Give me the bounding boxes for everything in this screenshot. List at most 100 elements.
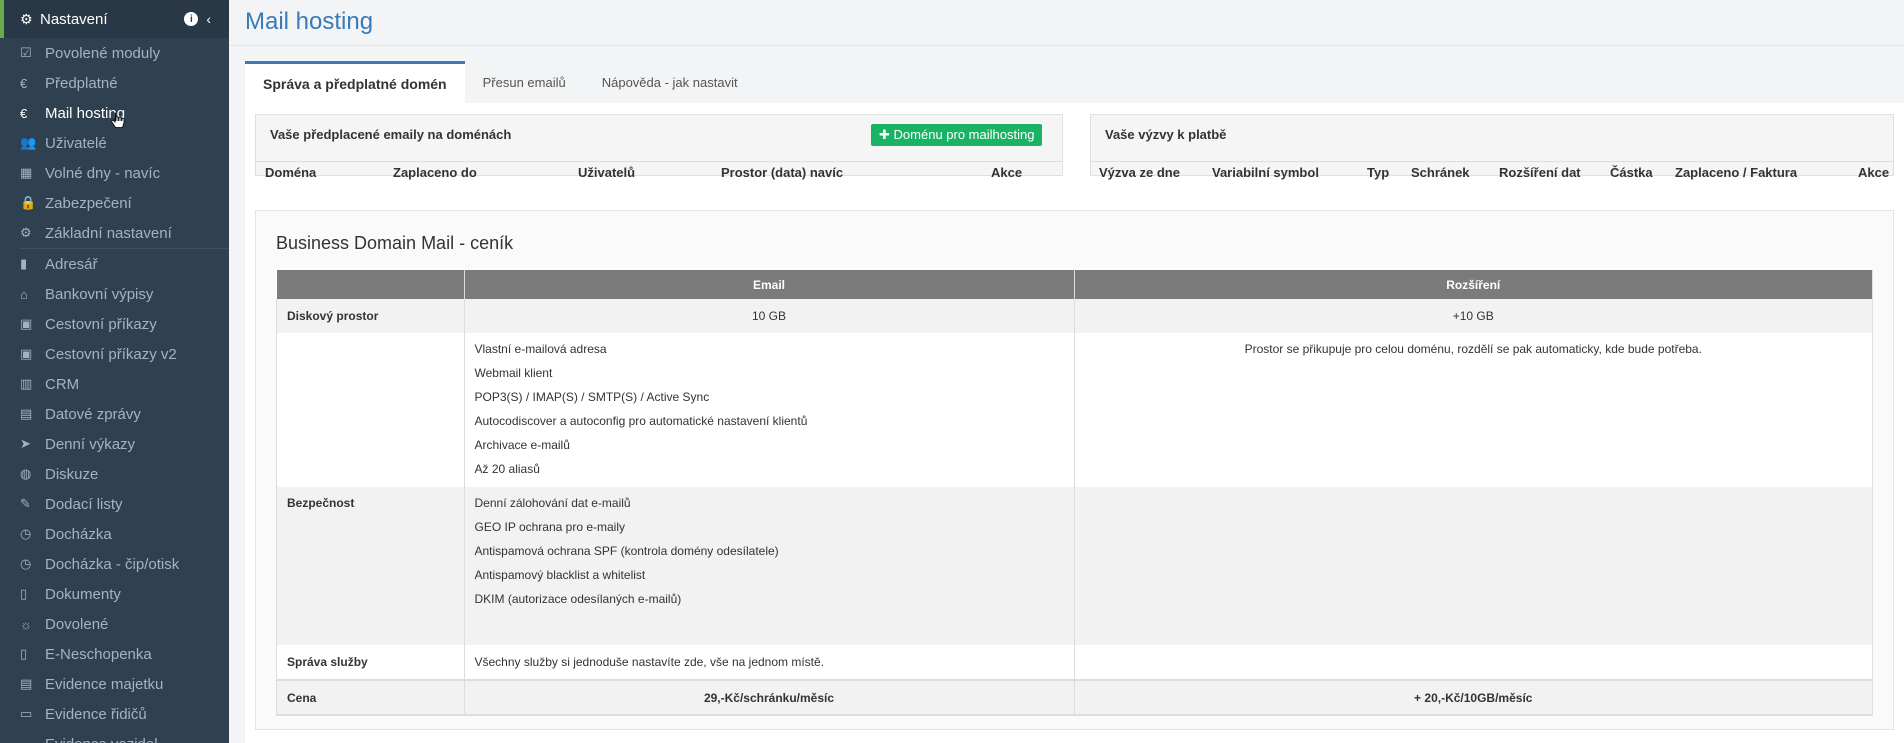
sidebar-item-label: Denní výkazy <box>45 435 136 453</box>
table-cell: +10 GB <box>1073 299 1873 333</box>
sidebar-item-label: Dovolené <box>45 615 109 633</box>
column-header[interactable]: Akce <box>1858 165 1889 180</box>
add-domain-button-label: Doménu pro mailhosting <box>893 127 1035 142</box>
price-extension: + 20,-Kč/10GB/měsíc <box>1073 679 1873 716</box>
list-item: Autocodiscover a autoconfig pro automati… <box>474 414 808 428</box>
column-header[interactable]: Variabilní symbol <box>1212 165 1319 180</box>
sidebar-item-0[interactable]: ☑ Povolené moduly <box>0 38 229 68</box>
add-domain-button[interactable]: ✚ Doménu pro mailhosting <box>871 124 1043 146</box>
bank-icon: ⌂ <box>20 286 28 302</box>
divider <box>229 45 1904 46</box>
sidebar-item-1[interactable]: € Předplatné <box>0 68 229 98</box>
sidebar-item-label: Uživatelé <box>45 134 107 152</box>
sidebar-item-label: E-Neschopenka <box>45 645 152 663</box>
clipboard-icon: ▤ <box>20 676 33 691</box>
column-header[interactable]: Uživatelů <box>578 165 635 180</box>
main-content: Mail hosting Správa a předplatné domén P… <box>229 0 1904 743</box>
comments-icon: ◍ <box>20 466 32 481</box>
bus-icon: ▣ <box>20 346 33 361</box>
tab-bar: Správa a předplatné domén Přesun emailů … <box>245 61 756 103</box>
payments-panel-title: Vaše výzvy k platbě <box>1105 127 1227 142</box>
column-header[interactable]: Zaplaceno do <box>393 165 477 180</box>
file-icon: ▯ <box>20 586 28 601</box>
sidebar-item-20[interactable]: ▯ E-Neschopenka <box>0 639 229 669</box>
column-header[interactable]: Výzva ze dne <box>1099 165 1180 180</box>
column-header <box>276 270 465 299</box>
divider <box>256 161 1062 162</box>
table-cell <box>1073 645 1873 680</box>
sidebar-item-7[interactable]: ▮ Adresář <box>0 249 229 279</box>
table-row: Diskový prostor 10 GB +10 GB <box>276 299 1873 333</box>
column-header[interactable]: Schránek <box>1411 165 1470 180</box>
sidebar-item-label: Evidence majetku <box>45 675 164 693</box>
chevron-left-icon[interactable]: ‹ <box>206 11 211 27</box>
table-cell: Prostor se přikupuje pro celou doménu, r… <box>1073 333 1873 487</box>
list-item: DKIM (autorizace odesílaných e-mailů) <box>474 592 682 606</box>
edit-icon: ✎ <box>20 496 31 511</box>
sidebar-item-3[interactable]: 👥 Uživatelé <box>0 128 229 158</box>
clock-icon: ◷ <box>20 526 32 541</box>
sidebar-item-19[interactable]: ☼ Dovolené <box>0 609 229 639</box>
pricing-table: Email Rozšíření Diskový prostor 10 GB +1… <box>276 270 1873 716</box>
list-item: Antispamový blacklist a whitelist <box>474 568 646 582</box>
sidebar-item-11[interactable]: ▥ CRM <box>0 369 229 399</box>
lock-icon: 🔒 <box>20 195 37 210</box>
column-header[interactable]: Částka <box>1610 165 1653 180</box>
sidebar-header[interactable]: ⚙ Nastavení i ‹ <box>0 0 229 38</box>
sidebar-item-18[interactable]: ▯ Dokumenty <box>0 579 229 609</box>
sidebar-item-13[interactable]: ➤ Denní výkazy <box>0 429 229 459</box>
column-header[interactable]: Prostor (data) navíc <box>721 165 843 180</box>
building-icon: ▥ <box>20 376 33 391</box>
calendar-icon: ▦ <box>20 165 33 180</box>
check-square-icon: ☑ <box>20 45 32 60</box>
plus-icon: ✚ <box>879 127 890 142</box>
sidebar-item-label: Dokumenty <box>45 585 121 603</box>
table-cell: Všechny služby si jednoduše nastavíte zd… <box>463 645 1075 680</box>
sidebar-item-label: Volné dny - navíc <box>45 164 161 182</box>
book-icon: ▮ <box>20 256 28 271</box>
sidebar-item-5[interactable]: 🔒 Zabezpečení <box>0 188 229 218</box>
page-title: Mail hosting <box>245 8 374 35</box>
sidebar-item-label: Základní nastavení <box>45 224 172 242</box>
sidebar-item-15[interactable]: ✎ Dodací listy <box>0 489 229 519</box>
column-header[interactable]: Zaplaceno / Faktura <box>1675 165 1797 180</box>
column-header[interactable]: Akce <box>991 165 1022 180</box>
sidebar-item-21[interactable]: ▤ Evidence majetku <box>0 669 229 699</box>
table-row: Cena 29,-Kč/schránku/měsíc + 20,-Kč/10GB… <box>276 679 1873 716</box>
euro-icon: € <box>20 75 28 91</box>
list-item: Antispamová ochrana SPF (kontrola domény… <box>474 544 779 558</box>
table-row: Správa služby Všechny služby si jednoduš… <box>276 645 1873 680</box>
pricing-title: Business Domain Mail - ceník <box>276 233 514 253</box>
tab-email-transfer[interactable]: Přesun emailů <box>465 61 584 103</box>
sidebar-item-23[interactable]: ▬Evidence vozidel <box>0 729 229 743</box>
sidebar-item-label: Datové zprávy <box>45 405 141 423</box>
sidebar-item-8[interactable]: ⌂ Bankovní výpisy <box>0 279 229 309</box>
table-cell: Vlastní e-mailová adresa Webmail klient … <box>463 333 1075 487</box>
sidebar-item-17[interactable]: ◷ Docházka - čip/otisk <box>0 549 229 579</box>
id-card-icon: ▭ <box>20 706 33 721</box>
sidebar-item-10[interactable]: ▣ Cestovní příkazy v2 <box>0 339 229 369</box>
paper-plane-icon: ➤ <box>20 436 31 451</box>
tab-domains[interactable]: Správa a předplatné domén <box>245 61 465 103</box>
list-item: Denní zálohování dat e-mailů <box>474 496 631 510</box>
list-item: Vlastní e-mailová adresa <box>474 342 607 356</box>
sidebar-item-label: Adresář <box>45 255 98 273</box>
sidebar-item-12[interactable]: ▤ Datové zprávy <box>0 399 229 429</box>
info-icon[interactable]: i <box>184 12 199 26</box>
sidebar-item-22[interactable]: ▭ Evidence řidičů <box>0 699 229 729</box>
sidebar: ⚙ Nastavení i ‹ ☑ Povolené moduly € Předpla… <box>0 0 229 743</box>
column-header[interactable]: Doména <box>265 165 316 180</box>
sidebar-item-label: Evidence řidičů <box>45 705 147 723</box>
column-header[interactable]: Rozšíření dat <box>1499 165 1581 180</box>
tab-help[interactable]: Nápověda - jak nastavit <box>584 61 756 103</box>
sidebar-item-label: CRM <box>45 375 80 393</box>
sidebar-item-4[interactable]: ▦ Volné dny - navíc <box>0 158 229 188</box>
row-label-text: Bezpečnost <box>287 496 355 510</box>
sidebar-item-6[interactable]: ⚙ Základní nastavení <box>0 218 229 248</box>
divider <box>1091 161 1893 162</box>
sidebar-item-9[interactable]: ▣ Cestovní příkazy <box>0 309 229 339</box>
domains-panel: Vaše předplacené emaily na doménách ✚ Do… <box>255 114 1063 180</box>
sidebar-item-16[interactable]: ◷ Docházka <box>0 519 229 549</box>
column-header[interactable]: Typ <box>1367 165 1389 180</box>
sidebar-item-14[interactable]: ◍ Diskuze <box>0 459 229 489</box>
